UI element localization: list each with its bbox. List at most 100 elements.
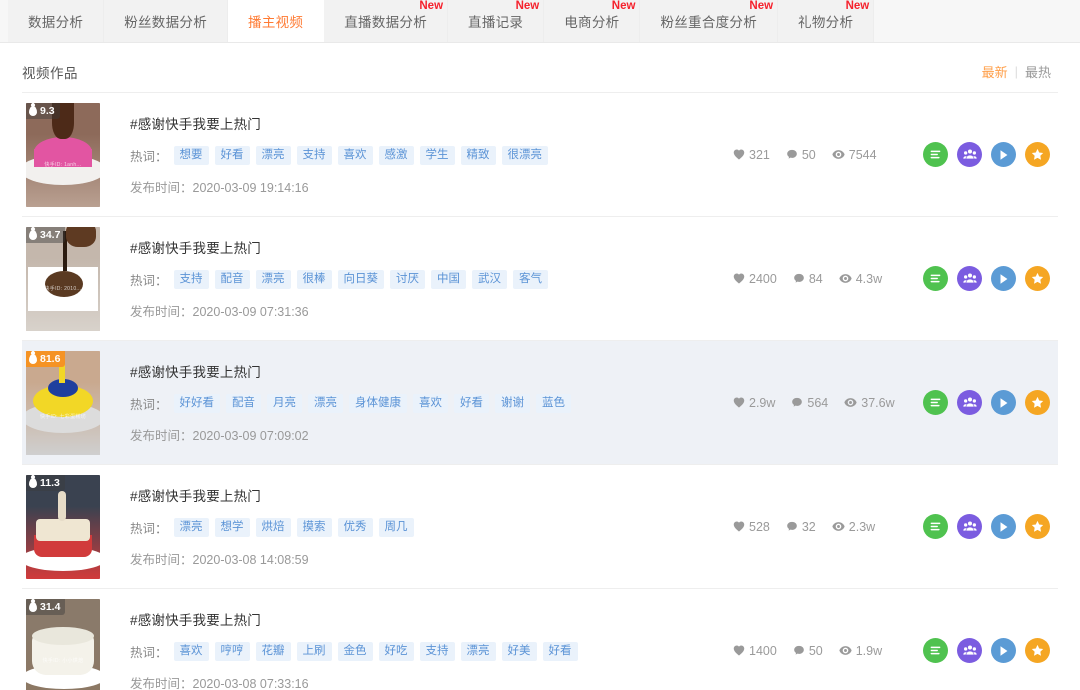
hotword-tag[interactable]: 支持 [173,270,209,289]
hotword-tag[interactable]: 漂亮 [255,270,291,289]
hotword-tag[interactable]: 想要 [173,146,209,165]
hotword-tag[interactable]: 配音 [214,270,250,289]
favorite-button[interactable] [1025,142,1050,167]
hotword-tag[interactable]: 支持 [296,146,332,165]
tab-4[interactable]: 直播记录 New [448,0,545,42]
audience-button[interactable] [957,390,982,415]
audience-button[interactable] [957,142,982,167]
tab-6[interactable]: 粉丝重合度分析 New [640,0,779,42]
view-count: 7544 [832,148,877,162]
hotword-tag[interactable]: 好美 [501,642,537,661]
hotword-tag[interactable]: 漂亮 [255,146,291,165]
hotword-tag[interactable]: 精致 [460,146,496,165]
hotword-tag[interactable]: 漂亮 [308,394,344,413]
video-actions [913,266,1058,291]
hotword-tag[interactable]: 好好看 [173,394,221,413]
video-title[interactable]: #感谢快手我要上热门 [130,609,723,629]
hotword-tag[interactable]: 漂亮 [460,642,496,661]
hotword-tag[interactable]: 很漂亮 [501,146,549,165]
play-icon [998,149,1009,161]
hotword-tag[interactable]: 好吃 [378,642,414,661]
hotword-tag[interactable]: 身体健康 [349,394,408,413]
tab-5[interactable]: 电商分析 New [544,0,641,42]
video-row[interactable]: 快手ID: 1anh... 9.3 #感谢快手我要上热门 热词： 想要 好看 漂亮 支持 喜欢感… [22,93,1058,217]
hotword-tag[interactable]: 中国 [431,270,467,289]
hotword-tag[interactable]: 喜欢 [413,394,449,413]
hotword-tag[interactable]: 支持 [419,642,455,661]
transcript-button[interactable] [923,266,948,291]
tab-0[interactable]: 数据分析 [8,0,105,42]
hotword-tag[interactable]: 金色 [337,642,373,661]
hotword-tag[interactable]: 好看 [214,146,250,165]
tab-2[interactable]: 播主视频 [228,0,325,42]
tab-7[interactable]: 礼物分析 New [778,0,875,42]
hotword-tag[interactable]: 讨厌 [390,270,426,289]
thumbnail-image: 快手ID: 七彩蛋糕坊 81.6 [26,350,100,455]
hotword-tag[interactable]: 喜欢 [173,642,209,661]
video-row[interactable]: 快手ID: 七彩蛋糕坊 81.6 #感谢快手我要上热门 热词： 好好看 配音 月亮 漂亮 身体健… [22,341,1058,465]
video-title[interactable]: #感谢快手我要上热门 [130,237,723,257]
hotword-tag[interactable]: 花瓣 [255,642,291,661]
hotword-tag[interactable]: 优秀 [337,518,373,537]
video-thumbnail[interactable]: 快手ID: 1anh... 9.3 [26,102,100,207]
favorite-button[interactable] [1025,638,1050,663]
hotword-tag[interactable]: 月亮 [267,394,303,413]
tab-label: 电商分析 [564,15,620,30]
hotword-tag[interactable]: 上刷 [296,642,332,661]
publish-time-value: 2020-03-08 14:08:59 [192,553,309,567]
flame-icon [29,353,37,364]
video-row[interactable]: 11.3 #感谢快手我要上热门 热词： 漂亮 想学 烘焙 摸索 优秀 周几 发布时间：2020-0… [22,465,1058,589]
hotword-tag[interactable]: 好看 [454,394,490,413]
hotword-tag[interactable]: 烘焙 [255,518,291,537]
video-title[interactable]: #感谢快手我要上热门 [130,485,723,505]
favorite-button[interactable] [1025,390,1050,415]
video-thumbnail[interactable]: 快手ID: 小小烘焙 31.4 [26,598,100,690]
transcript-button[interactable] [923,638,948,663]
hotword-tag[interactable]: 好看 [542,642,578,661]
video-thumbnail[interactable]: 快手ID: 七彩蛋糕坊 81.6 [26,350,100,455]
hotword-tag[interactable]: 周几 [378,518,414,537]
favorite-button[interactable] [1025,514,1050,539]
tab-3[interactable]: 直播数据分析 New [324,0,449,42]
hotword-tag[interactable]: 谢谢 [495,394,531,413]
hotword-tag[interactable]: 感激 [378,146,414,165]
tab-1[interactable]: 粉丝数据分析 [104,0,229,42]
video-title[interactable]: #感谢快手我要上热门 [130,113,723,133]
publish-time-label: 发布时间： [130,677,193,690]
thumbnail-image: 快手ID: 2010... 34.7 [26,226,100,331]
video-thumbnail[interactable]: 快手ID: 2010... 34.7 [26,226,100,331]
play-button[interactable] [991,390,1016,415]
video-thumbnail[interactable]: 11.3 [26,474,100,579]
audience-button[interactable] [957,514,982,539]
hotword-tag[interactable]: 学生 [419,146,455,165]
video-row[interactable]: 快手ID: 小小烘焙 31.4 #感谢快手我要上热门热词： 喜欢 哼哼 花瓣 上刷 金色 好吃支… [22,589,1058,690]
hotwords-label: 热词： [130,646,168,660]
hotword-tag[interactable]: 武汉 [472,270,508,289]
audience-button[interactable] [957,266,982,291]
sort-hottest[interactable]: 最热 [1018,62,1058,81]
play-button[interactable] [991,514,1016,539]
hotword-tag[interactable]: 客气 [513,270,549,289]
hotword-tag[interactable]: 蓝色 [536,394,572,413]
hotword-tag[interactable]: 喜欢 [337,146,373,165]
transcript-button[interactable] [923,514,948,539]
eye-icon [839,645,852,656]
comment-count-value: 84 [808,271,823,286]
transcript-button[interactable] [923,142,948,167]
play-button[interactable] [991,142,1016,167]
hotword-tag[interactable]: 漂亮 [173,518,209,537]
transcript-button[interactable] [923,390,948,415]
favorite-button[interactable] [1025,266,1050,291]
video-title[interactable]: #感谢快手我要上热门 [130,361,723,381]
hotword-tag[interactable]: 想学 [214,518,250,537]
hotword-tag[interactable]: 哼哼 [214,642,250,661]
play-button[interactable] [991,266,1016,291]
video-row[interactable]: 快手ID: 2010... 34.7 #感谢快手我要上热门 热词： 支持 配音 漂亮 很棒 向日… [22,217,1058,341]
play-button[interactable] [991,638,1016,663]
sort-newest[interactable]: 最新 [975,62,1015,81]
hotword-tag[interactable]: 配音 [226,394,262,413]
hotword-tag[interactable]: 很棒 [296,270,332,289]
hotword-tag[interactable]: 摸索 [296,518,332,537]
hotword-tag[interactable]: 向日葵 [337,270,385,289]
audience-button[interactable] [957,638,982,663]
